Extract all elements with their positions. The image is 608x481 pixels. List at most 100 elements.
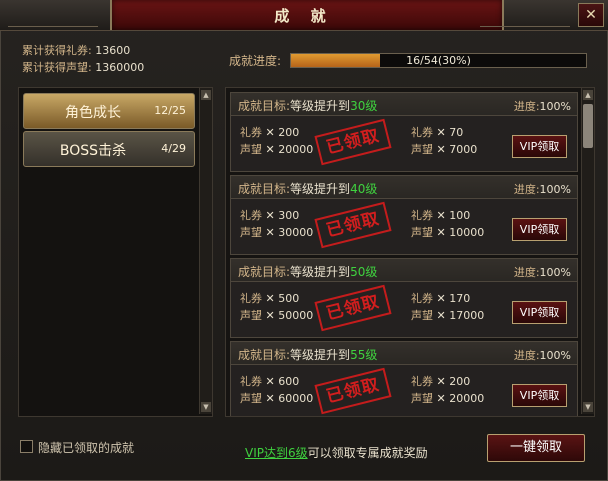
scroll-thumb[interactable]	[583, 104, 593, 148]
card-header: 成就目标:等级提升到55级 进度:100%	[231, 342, 577, 365]
vip-claim-button[interactable]: VIP领取	[512, 218, 567, 241]
scroll-up-icon[interactable]: ▲	[201, 90, 211, 100]
reward-prestige-value: 60000	[278, 392, 314, 405]
prestige-total-label: 累计获得声望:	[22, 61, 92, 74]
claimed-stamp: 已领取	[314, 367, 392, 415]
goal-text: 等级提升到	[290, 182, 351, 196]
claimed-stamp: 已领取	[314, 118, 392, 166]
category-scrollbar[interactable]: ▲ ▼	[199, 88, 212, 414]
achievement-card: 成就目标:等级提升到40级 进度:100% 礼券 ✕ 300 声望 ✕ 30000 已领…	[230, 175, 578, 255]
reward-prestige-label: 声望	[240, 392, 262, 405]
card-progress: 进度:100%	[514, 98, 571, 114]
progress-label: 进度:	[513, 100, 540, 113]
achievement-card: 成就目标:等级提升到50级 进度:100% 礼券 ✕ 500 声望 ✕ 50000 已领…	[230, 258, 578, 338]
achievement-progress-label: 成就进度:	[229, 54, 282, 68]
reward-gift: 礼券 ✕ 600	[240, 373, 299, 389]
gift-total-label: 累计获得礼券:	[22, 44, 92, 57]
achievement-progress-bar: 16/54(30%)	[290, 53, 587, 68]
achievement-card: 成就目标:等级提升到30级 进度:100% 礼券 ✕ 200 声望 ✕ 20000 已领…	[230, 92, 578, 172]
vip-gift-label: 礼券	[411, 292, 433, 305]
vip-gift-label: 礼券	[411, 375, 433, 388]
times-icon: ✕	[265, 209, 275, 222]
category-count: 4/29	[161, 142, 186, 155]
reward-gift-value: 300	[278, 209, 300, 222]
category-boss-kill[interactable]: BOSS击杀 4/29	[23, 131, 195, 167]
progress-value: 100%	[539, 349, 571, 362]
vip-tip: VIP达到6级可以领取专属成就奖励	[245, 444, 428, 461]
vip-reward-prestige: 声望 ✕ 10000	[411, 224, 484, 240]
card-progress: 进度:100%	[514, 181, 571, 197]
goal-level: 50级	[350, 265, 378, 279]
scroll-up-icon[interactable]: ▲	[583, 90, 593, 100]
scroll-down-icon[interactable]: ▼	[583, 402, 593, 412]
reward-prestige-value: 50000	[278, 309, 314, 322]
prestige-total: 累计获得声望: 1360000	[22, 59, 144, 75]
hide-claimed-checkbox[interactable]	[20, 440, 33, 453]
reward-gift-label: 礼券	[240, 209, 262, 222]
vip-prestige-label: 声望	[411, 309, 433, 322]
prestige-total-value: 1360000	[95, 61, 145, 74]
goal-level: 55级	[350, 348, 378, 362]
vip-reward-prestige: 声望 ✕ 7000	[411, 141, 477, 157]
vip-claim-button[interactable]: VIP领取	[512, 301, 567, 324]
vip-reward-prestige: 声望 ✕ 20000	[411, 390, 484, 406]
vip-gift-value: 170	[449, 292, 471, 305]
gift-total-value: 13600	[95, 44, 131, 57]
goal-text: 等级提升到	[290, 265, 351, 279]
times-icon: ✕	[265, 292, 275, 305]
scroll-down-icon[interactable]: ▼	[201, 402, 211, 412]
vip-prestige-label: 声望	[411, 143, 433, 156]
vip-level-link[interactable]: VIP达到6级	[245, 446, 308, 460]
category-panel: 角色成长 12/25 BOSS击杀 4/29 ▲ ▼	[18, 87, 213, 417]
category-count: 12/25	[154, 104, 186, 117]
goal-label: 成就目标:	[238, 99, 291, 113]
claimed-stamp: 已领取	[314, 284, 392, 332]
category-name: 角色成长	[65, 105, 121, 121]
vip-gift-value: 200	[449, 375, 471, 388]
goal-text: 等级提升到	[290, 348, 351, 362]
progress-value: 100%	[539, 266, 571, 279]
progress-label: 进度:	[513, 266, 540, 279]
progress-label: 进度:	[513, 183, 540, 196]
reward-gift-label: 礼券	[240, 126, 262, 139]
goal-label: 成就目标:	[238, 348, 291, 362]
times-icon: ✕	[265, 375, 275, 388]
vip-prestige-value: 20000	[449, 392, 485, 405]
times-icon: ✕	[436, 226, 446, 239]
achievement-card: 成就目标:等级提升到55级 进度:100% 礼券 ✕ 600 声望 ✕ 60000 已领…	[230, 341, 578, 416]
times-icon: ✕	[265, 126, 275, 139]
vip-gift-label: 礼券	[411, 126, 433, 139]
reward-prestige: 声望 ✕ 20000	[240, 141, 313, 157]
goal-label: 成就目标:	[238, 182, 291, 196]
times-icon: ✕	[436, 143, 446, 156]
close-button[interactable]: ✕	[578, 3, 604, 27]
vip-claim-button[interactable]: VIP领取	[512, 135, 567, 158]
reward-gift-label: 礼券	[240, 375, 262, 388]
vip-gift-label: 礼券	[411, 209, 433, 222]
category-role-growth[interactable]: 角色成长 12/25	[23, 93, 195, 129]
progress-text: 16/54(30%)	[406, 54, 471, 67]
times-icon: ✕	[436, 309, 446, 322]
achievement-list: 成就目标:等级提升到30级 进度:100% 礼券 ✕ 200 声望 ✕ 20000 已领…	[225, 87, 595, 417]
reward-prestige-value: 30000	[278, 226, 314, 239]
list-scrollbar[interactable]: ▲ ▼	[581, 88, 594, 414]
reward-prestige: 声望 ✕ 30000	[240, 224, 313, 240]
card-goal: 成就目标:等级提升到55级	[238, 346, 377, 363]
reward-gift-value: 600	[278, 375, 300, 388]
vip-reward-gift: 礼券 ✕ 100	[411, 207, 470, 223]
claim-all-button[interactable]: 一键领取	[487, 434, 585, 462]
title-bar: 成 就 ✕	[0, 0, 608, 31]
vip-claim-button[interactable]: VIP领取	[512, 384, 567, 407]
reward-gift: 礼券 ✕ 300	[240, 207, 299, 223]
vip-prestige-label: 声望	[411, 226, 433, 239]
reward-gift: 礼券 ✕ 500	[240, 290, 299, 306]
window-title: 成 就	[274, 7, 334, 25]
vip-prestige-value: 10000	[449, 226, 485, 239]
goal-level: 30级	[350, 99, 378, 113]
vip-reward-gift: 礼券 ✕ 200	[411, 373, 470, 389]
card-progress: 进度:100%	[514, 264, 571, 280]
times-icon: ✕	[265, 392, 275, 405]
reward-prestige-label: 声望	[240, 226, 262, 239]
vip-reward-gift: 礼券 ✕ 70	[411, 124, 463, 140]
vip-prestige-label: 声望	[411, 392, 433, 405]
